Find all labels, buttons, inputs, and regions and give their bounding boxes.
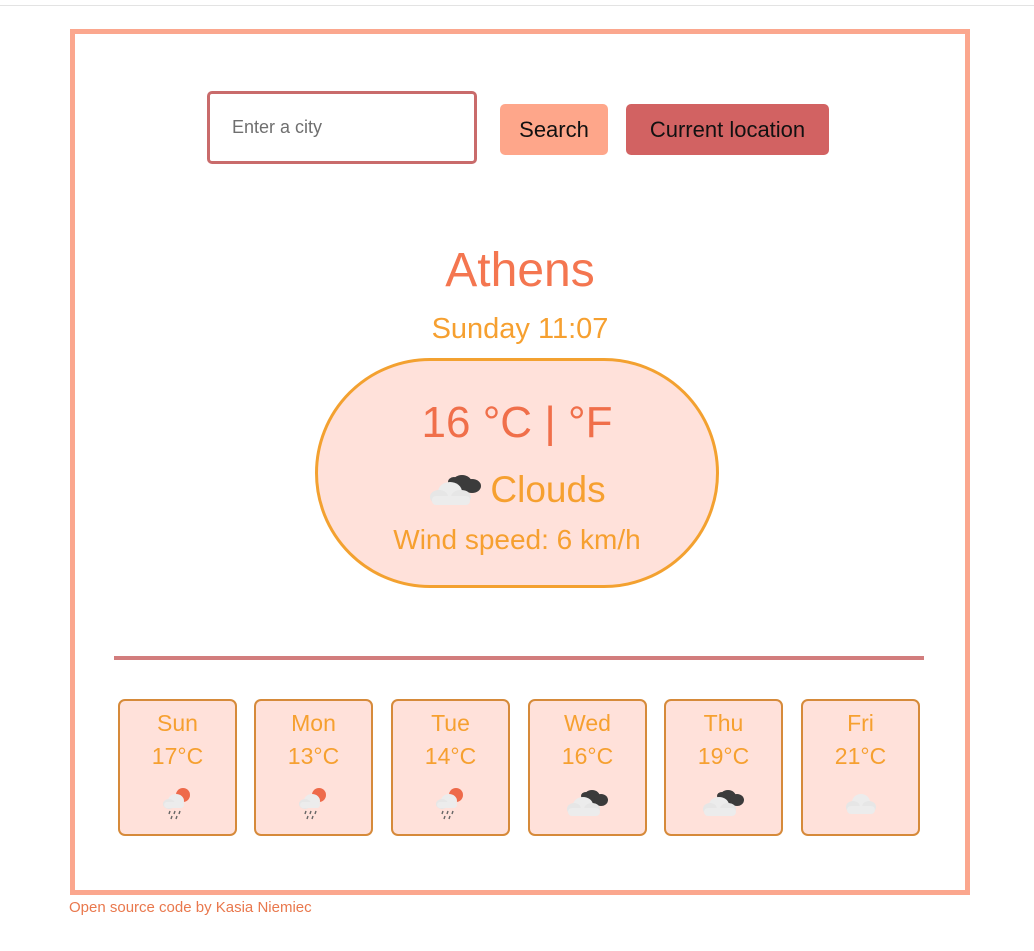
forecast-day: Tue: [431, 710, 470, 736]
broken-clouds-icon: [530, 784, 645, 824]
forecast-card: Thu 19°C: [664, 699, 783, 836]
rain-sun-icon: [256, 784, 371, 824]
forecast-card: Fri 21°C: [801, 699, 920, 836]
city-search-input[interactable]: [207, 91, 477, 164]
forecast-card: Wed 16°C: [528, 699, 647, 836]
broken-clouds-icon: [666, 784, 781, 824]
condition-line: Clouds: [318, 466, 716, 514]
forecast-temp: 19°C: [697, 743, 750, 769]
forecast-day: Thu: [703, 710, 744, 736]
forecast-temp: 14°C: [424, 743, 477, 769]
forecast-temp: 21°C: [834, 743, 887, 769]
forecast-divider: [114, 656, 924, 660]
forecast-temp: 17°C: [151, 743, 204, 769]
condition-text: Clouds: [490, 469, 606, 510]
forecast-day: Sun: [157, 710, 198, 736]
forecast-day: Fri: [847, 710, 874, 736]
rain-sun-icon: [393, 784, 508, 824]
search-button[interactable]: Search: [500, 104, 608, 155]
wind-speed: Wind speed: 6 km/h: [393, 524, 641, 555]
current-location-button[interactable]: Current location: [626, 104, 829, 155]
clouds-icon: [430, 475, 482, 505]
top-divider: [0, 5, 1034, 6]
forecast-card: Mon 13°C: [254, 699, 373, 836]
weather-app-container: Search Current location Athens Sunday 11…: [70, 29, 970, 895]
rain-sun-icon: [120, 784, 235, 824]
celsius-link[interactable]: °C: [470, 398, 532, 447]
city-name: Athens: [445, 244, 595, 297]
search-form: Search Current location: [203, 87, 843, 167]
forecast-temp: 16°C: [561, 743, 614, 769]
temperature-line: 16 °C | °F: [318, 395, 716, 451]
forecast-card: Sun 17°C: [118, 699, 237, 836]
temperature-value: 16: [421, 398, 471, 447]
forecast-temp: 13°C: [287, 743, 340, 769]
unit-separator: |: [532, 398, 568, 447]
fahrenheit-link[interactable]: °F: [568, 398, 612, 447]
date-time: Sunday 11:07: [431, 313, 609, 345]
open-source-link[interactable]: Open source code by Kasia Niemiec: [69, 899, 312, 916]
forecast-day: Wed: [564, 710, 611, 736]
current-weather-card: 16 °C | °F Clouds Wind speed: 6 km/h: [315, 358, 719, 588]
forecast-card: Tue 14°C: [391, 699, 510, 836]
cloud-icon: [803, 784, 918, 824]
forecast-list: Sun 17°C Mon 13°C Tue 14°C Wed 16°C Thu …: [118, 699, 922, 839]
forecast-day: Mon: [291, 710, 336, 736]
